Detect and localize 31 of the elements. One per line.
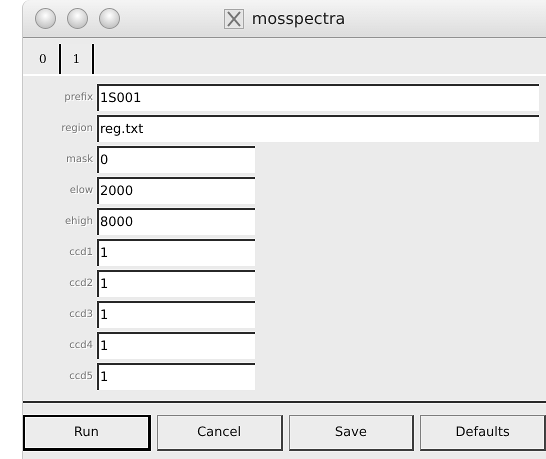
field-label: region [60,123,94,134]
tab[interactable]: 1 [58,44,94,74]
field-label: ehigh [64,216,94,227]
defaults-button[interactable]: Defaults [420,415,546,451]
x-window-icon [224,8,244,28]
field-label: elow [68,185,94,196]
field-label: ccd5 [68,371,94,382]
input-field[interactable]: 1S001 [97,84,539,111]
tab[interactable]: 0 [27,44,59,74]
field-label: prefix [63,92,94,103]
input-field[interactable]: 2000 [97,177,255,204]
input-field[interactable]: reg.txt [97,115,539,142]
field-label: ccd2 [68,278,94,289]
field-label: ccd1 [68,247,94,258]
field-label: ccd3 [68,309,94,320]
input-field[interactable]: 1 [97,301,255,328]
minimize-button[interactable] [67,8,88,29]
field-label: mask [65,154,94,165]
window-title: mosspectra [252,9,346,28]
run-button[interactable]: Run [23,415,151,451]
input-field[interactable]: 1 [97,239,255,266]
input-field[interactable]: 0 [97,146,255,173]
input-field[interactable]: 1 [97,332,255,359]
input-field[interactable]: 8000 [97,208,255,235]
input-field[interactable]: 1 [97,270,255,297]
input-field[interactable]: 1 [97,363,255,390]
save-button[interactable]: Save [288,415,414,451]
zoom-button[interactable] [99,8,120,29]
cancel-button[interactable]: Cancel [156,415,282,451]
field-label: ccd4 [68,340,94,351]
close-button[interactable] [35,8,56,29]
